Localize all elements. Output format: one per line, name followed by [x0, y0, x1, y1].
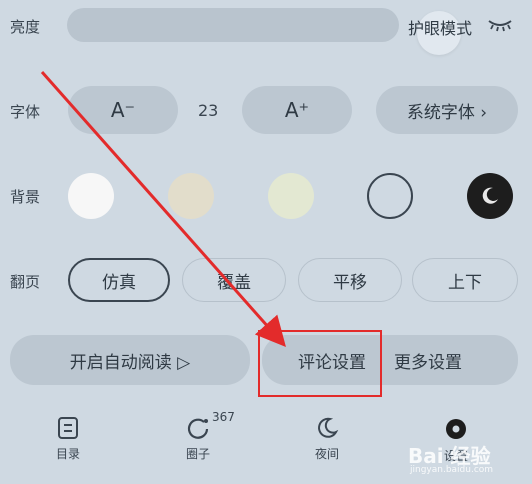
watermark-url: jingyan.baidu.com — [410, 465, 494, 475]
circle-badge: 367 — [212, 410, 235, 424]
night-moon-icon — [318, 417, 339, 438]
catalog-icon — [58, 417, 78, 439]
annotation-highlight-box — [258, 330, 382, 397]
annotation-arrow — [40, 71, 286, 347]
nav-circle-label: 圈子 — [185, 447, 210, 461]
nav-catalog-label: 目录 — [55, 447, 80, 461]
nav-circle[interactable]: 367 圈子 — [168, 410, 235, 462]
nav-night-label: 夜间 — [314, 447, 339, 461]
nav-catalog[interactable]: 目录 — [38, 416, 98, 462]
settings-gear-icon — [446, 419, 466, 439]
nav-night[interactable]: 夜间 — [297, 416, 357, 462]
circle-icon — [187, 418, 209, 439]
